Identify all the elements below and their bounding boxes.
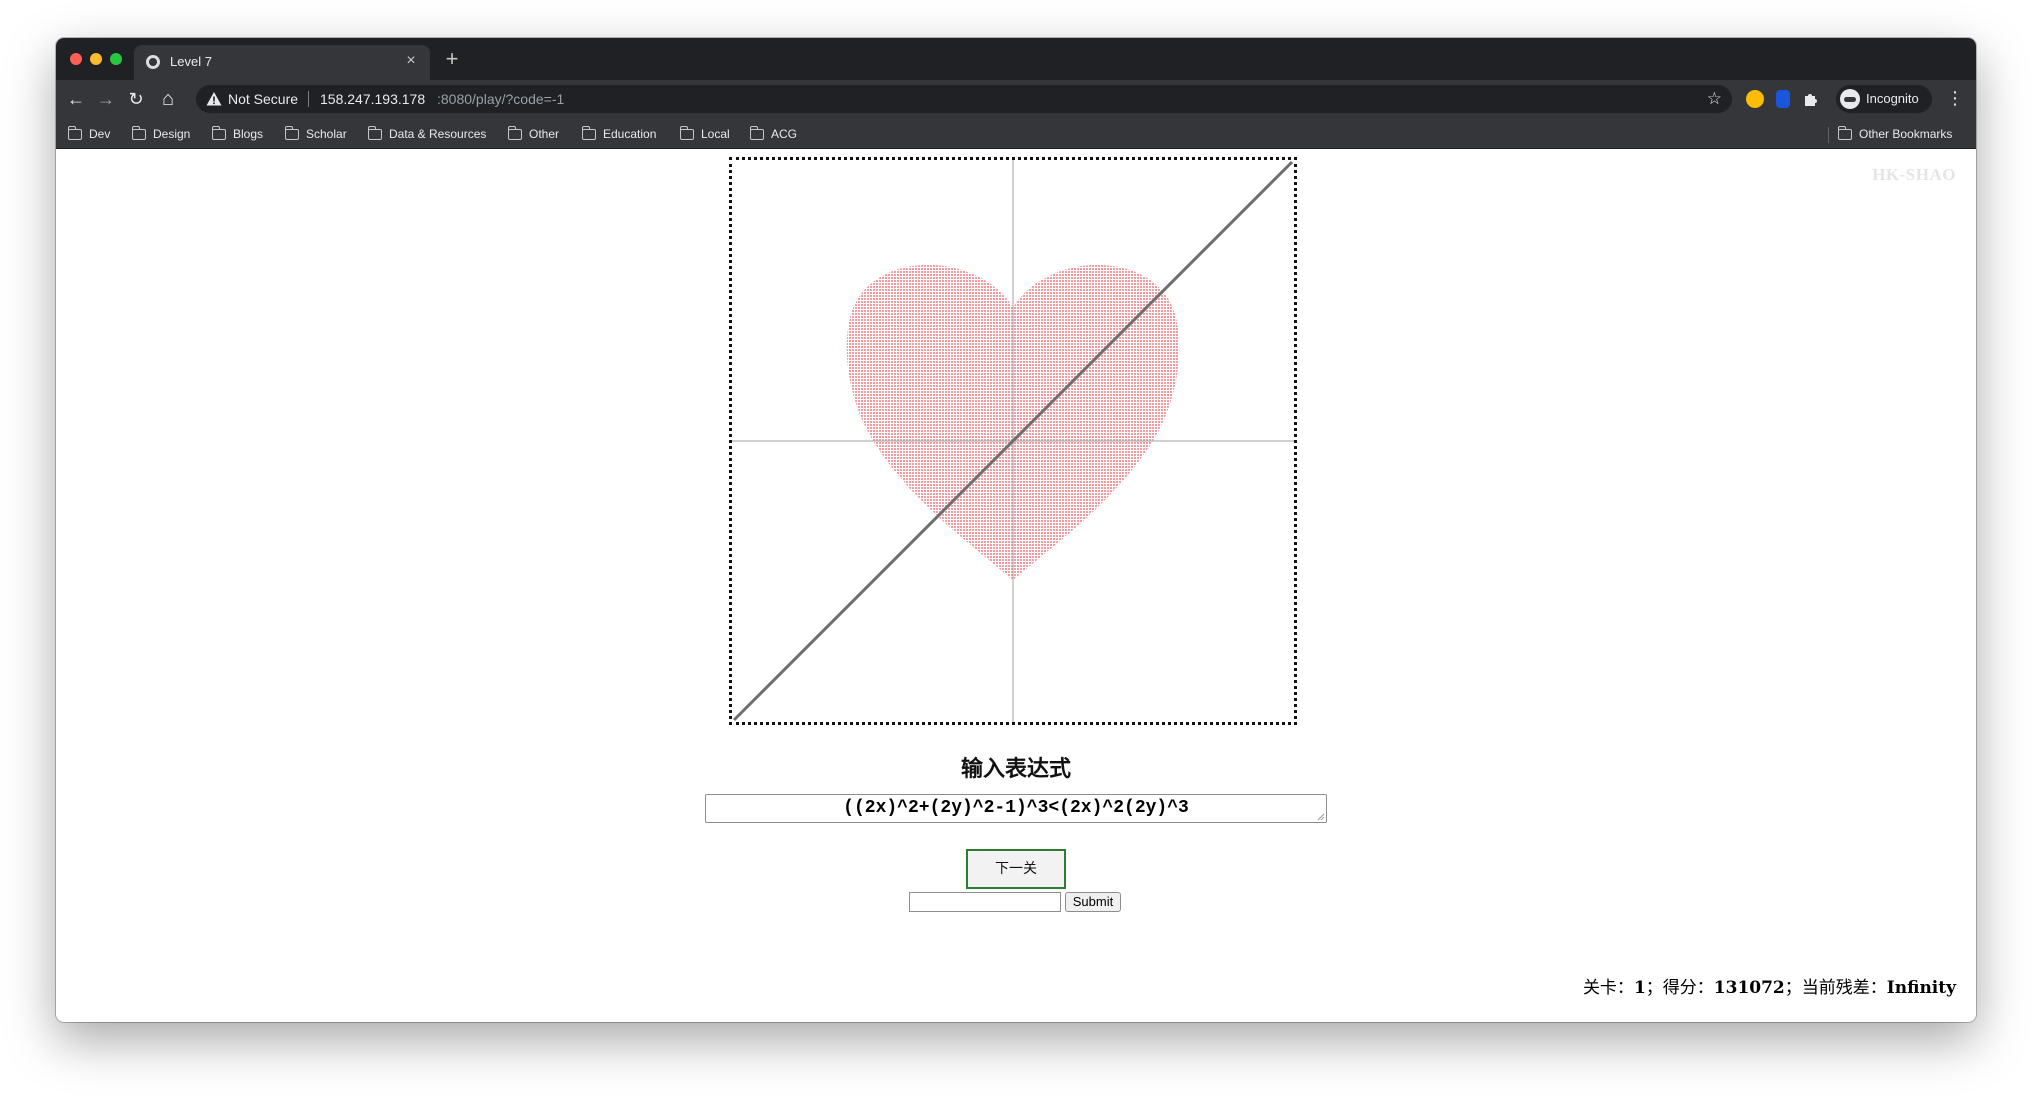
incognito-icon <box>1840 89 1860 109</box>
bookmark-label: Scholar <box>306 127 347 141</box>
page-content: HK-SHAO 输入表达式 ((2x)^2+(2y)^2-1)^3<(2x)^2… <box>56 149 1976 1022</box>
folder-icon <box>507 125 522 140</box>
next-level-button[interactable]: 下一关 <box>966 849 1066 889</box>
bookmark-dev[interactable]: Dev <box>67 125 111 143</box>
bookmark-other-bookmarks[interactable]: Other Bookmarks <box>1837 125 1953 143</box>
bookmark-label: Design <box>153 127 191 141</box>
folder-icon <box>284 125 299 140</box>
residual-value: Infinity <box>1886 978 1956 998</box>
bookmarks-divider <box>1828 127 1829 143</box>
extension-icon-2[interactable] <box>1776 90 1790 108</box>
folder-icon <box>67 125 82 140</box>
folder-icon <box>581 125 596 140</box>
bookmark-blogs[interactable]: Blogs <box>211 125 264 143</box>
level-label: 关卡： <box>1582 978 1634 998</box>
browser-toolbar: ← → ↻ ⌂ Not Secure 158.247.193.178 :8080… <box>56 80 1976 118</box>
bookmark-label: ACG <box>771 127 798 141</box>
watermark: HK-SHAO <box>1872 165 1956 184</box>
bookmark-other[interactable]: Other <box>507 125 560 143</box>
url-host: 158.247.193.178 <box>320 91 426 107</box>
bookmark-design[interactable]: Design <box>131 125 191 143</box>
warning-triangle-icon[interactable] <box>206 91 222 107</box>
submit-button[interactable]: Submit <box>1065 892 1121 912</box>
minimize-window-button[interactable] <box>90 53 102 65</box>
expression-value: ((2x)^2+(2y)^2-1)^3<(2x)^2(2y)^3 <box>843 798 1189 818</box>
tab-close-icon[interactable]: × <box>402 51 420 71</box>
folder-icon <box>131 125 146 140</box>
reload-icon[interactable]: ↻ <box>124 87 148 111</box>
bookmark-label: Dev <box>89 127 111 141</box>
residual-label: ；当前残差： <box>1784 978 1887 998</box>
incognito-profile-button[interactable]: Incognito <box>1836 85 1932 113</box>
new-tab-button[interactable]: + <box>440 48 464 72</box>
maximize-window-button[interactable] <box>110 53 122 65</box>
bookmark-label: Local <box>701 127 730 141</box>
folder-icon <box>749 125 764 140</box>
folder-icon <box>211 125 226 140</box>
incognito-label: Incognito <box>1866 91 1919 106</box>
folder-icon <box>1837 125 1852 140</box>
code-input[interactable] <box>909 892 1061 912</box>
bookmark-acg[interactable]: ACG <box>749 125 798 143</box>
bookmark-label: Education <box>603 127 657 141</box>
prompt-title: 输入表达式 <box>960 756 1071 782</box>
security-status[interactable]: Not Secure <box>228 91 298 107</box>
status-line: 关卡：1；得分：131072；当前残差：Infinity <box>1583 973 1956 998</box>
plot-canvas <box>729 157 1297 725</box>
back-icon[interactable]: ← <box>64 87 88 111</box>
browser-window: Level 7 × + ← → ↻ ⌂ Not Secure 158.247.1… <box>56 38 1976 1022</box>
home-icon[interactable]: ⌂ <box>156 87 180 111</box>
bookmark-star-icon[interactable]: ☆ <box>1707 89 1722 109</box>
close-window-button[interactable] <box>70 53 82 65</box>
extension-icon-1[interactable] <box>1746 90 1764 108</box>
score-value: 131072 <box>1713 978 1785 998</box>
resize-grip-icon[interactable] <box>1317 813 1325 821</box>
bookmark-label: Other Bookmarks <box>1859 127 1953 141</box>
bookmark-local[interactable]: Local <box>679 125 730 143</box>
bookmark-label: Blogs <box>233 127 264 141</box>
tab-level-7[interactable]: Level 7 × <box>134 45 430 80</box>
url-path: :8080/play/?code=-1 <box>437 91 565 107</box>
score-label: ；得分： <box>1645 978 1714 998</box>
bookmark-data-resources[interactable]: Data & Resources <box>367 125 487 143</box>
bookmark-label: Other <box>529 127 560 141</box>
folder-icon <box>367 125 382 140</box>
puzzle-extensions-icon[interactable] <box>1802 90 1820 108</box>
bookmark-scholar[interactable]: Scholar <box>284 125 347 143</box>
browser-menu-icon[interactable]: ⋮ <box>1946 88 1964 108</box>
tab-bar: Level 7 × + <box>56 38 1976 80</box>
forward-icon[interactable]: → <box>94 87 118 111</box>
omnibox-divider <box>308 91 309 107</box>
bookmark-education[interactable]: Education <box>581 125 657 143</box>
address-bar[interactable]: Not Secure 158.247.193.178 :8080/play/?c… <box>196 85 1732 113</box>
folder-icon <box>679 125 694 140</box>
expression-input[interactable]: ((2x)^2+(2y)^2-1)^3<(2x)^2(2y)^3 <box>705 794 1327 823</box>
level-value: 1 <box>1633 978 1646 998</box>
tab-title: Level 7 <box>170 54 212 69</box>
plot-svg <box>732 160 1294 722</box>
bookmark-label: Data & Resources <box>389 127 487 141</box>
globe-icon <box>146 55 160 69</box>
bookmarks-bar: Dev Design Blogs Scholar Data & Resource… <box>56 118 1976 149</box>
